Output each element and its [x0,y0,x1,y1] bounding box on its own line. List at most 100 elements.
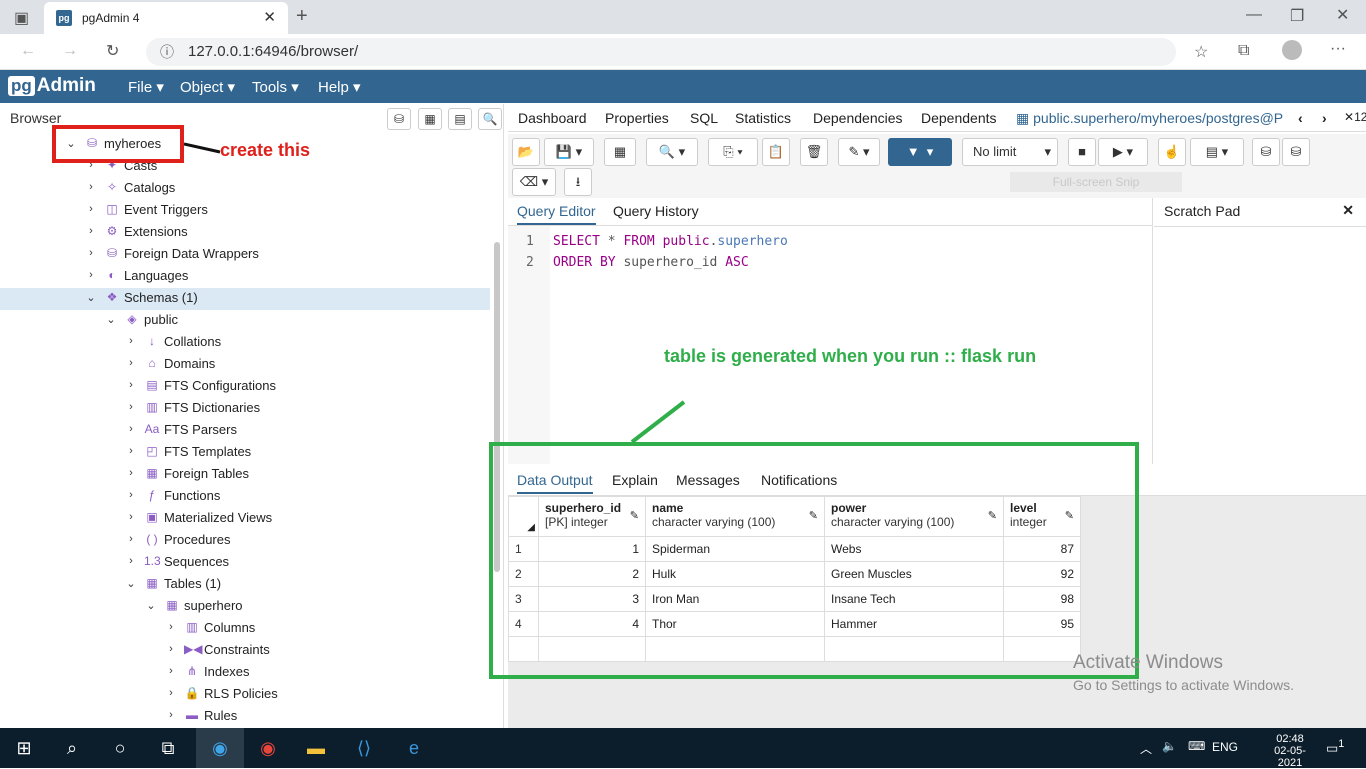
chevron-down-icon[interactable]: ⌄ [124,577,138,590]
open-file-icon[interactable]: 📂 [512,138,540,166]
vscode-icon[interactable]: ⟨⟩ [340,728,388,768]
tree-node[interactable]: › ▣ Materialized Views [124,506,272,528]
chevron-right-icon[interactable]: › [124,489,138,501]
copy-icon[interactable]: ⎘ ▾ [708,138,758,166]
chevron-right-icon[interactable]: › [124,423,138,435]
tree-node[interactable]: › 1.3 Sequences [124,550,229,572]
cortana-icon[interactable]: ○ [96,728,144,768]
tree-node[interactable]: › ◐ Languages [84,264,188,286]
close-scratch-icon[interactable]: ✕ [1342,202,1354,219]
save-file-icon[interactable]: 💾 ▾ [544,138,594,166]
tab-dashboard[interactable]: Dashboard [518,110,587,126]
browser-tab[interactable]: pg pgAdmin 4 ✕ [44,2,288,34]
chevron-right-icon[interactable]: › [124,511,138,523]
chevron-right-icon[interactable]: › [124,379,138,391]
tree-node[interactable]: › ↓ Collations [124,330,221,352]
tab-query-tool[interactable]: ▦ public.superhero/myheroes/postgres@P [1016,110,1288,127]
edge-icon[interactable]: ◉ [196,728,244,768]
chevron-right-icon[interactable]: › [124,357,138,369]
maximize-icon[interactable]: ❐ [1290,6,1304,26]
filter-button[interactable]: ▼ ▾ [888,138,952,166]
back-icon[interactable]: ← [20,42,36,60]
code-line[interactable]: ORDER BY superhero_id ASC [553,255,749,270]
tree-node[interactable]: › 🔒 RLS Policies [164,682,278,704]
tree-node[interactable]: › Aa FTS Parsers [124,418,237,440]
chevron-right-icon[interactable]: › [124,533,138,545]
clear-icon[interactable]: ⌫ ▾ [512,168,556,196]
stop-icon[interactable]: ■ [1068,138,1096,166]
tree-node[interactable]: › ▥ FTS Dictionaries [124,396,260,418]
commit-icon[interactable]: ⛁ [1252,138,1280,166]
search-objects-icon[interactable]: 🔍 [478,108,502,130]
chevron-right-icon[interactable]: › [164,709,178,721]
chevron-right-icon[interactable]: › [164,687,178,699]
chrome-icon[interactable]: ◉ [244,728,292,768]
forward-icon[interactable]: → [62,42,78,60]
query-tool-icon[interactable]: ⛁ [387,108,411,130]
tree-node[interactable]: ⌄ ❖ Schemas (1) [84,286,197,308]
info-icon[interactable]: ⓘ [160,38,174,66]
tree-node[interactable]: ⌄ ▦ Tables (1) [124,572,221,594]
tree-node[interactable]: ⌄ ▦ superhero [144,594,242,616]
rollback-icon[interactable]: ⛁ [1282,138,1310,166]
tray-chevron-icon[interactable]: ︿ [1140,740,1152,757]
tree-node[interactable]: › ƒ Functions [124,484,220,506]
tree-node[interactable]: › ( ) Procedures [124,528,230,550]
tab-overflow[interactable]: ✕12 [1344,110,1366,124]
task-view-icon[interactable]: ⧉ [144,728,192,768]
tree-node[interactable]: › ✧ Catalogs [84,176,175,198]
tab-query-editor[interactable]: Query Editor [517,203,596,225]
minimize-icon[interactable]: — [1246,6,1262,24]
chevron-right-icon[interactable]: › [164,665,178,677]
chevron-down-icon[interactable]: ⌄ [104,313,118,326]
clock[interactable]: 02:48 02-05-2021 [1262,733,1318,769]
favorites-icon[interactable]: ☆ [1194,42,1208,62]
collections-icon[interactable]: ⧉ [1238,42,1249,60]
limit-select[interactable]: No limit ▾ [962,138,1058,166]
explain-icon[interactable]: ☝ [1158,138,1186,166]
tree-node[interactable]: › ⚙ Extensions [84,220,187,242]
tree-node[interactable]: › ⛁ Foreign Data Wrappers [84,242,259,264]
tree-node[interactable]: › ◫ Event Triggers [84,198,208,220]
chevron-down-icon[interactable]: ⌄ [144,599,158,612]
tree-node[interactable]: ⌄ ◈ public [104,308,178,330]
chevron-right-icon[interactable]: › [124,445,138,457]
close-tab-icon[interactable]: ✕ [263,8,276,26]
chevron-right-icon[interactable]: › [164,643,178,655]
tree-node[interactable]: › ▥ Columns [164,616,255,638]
delete-icon[interactable]: 🗑 [800,138,828,166]
tree-node[interactable]: › ⋔ Indexes [164,660,249,682]
chevron-right-icon[interactable]: › [164,621,178,633]
window-menu-icon[interactable]: ▣ [14,8,29,28]
tab-dependencies[interactable]: Dependencies [813,110,903,126]
tree-node[interactable]: › ▬ Rules [164,704,237,726]
filter-rows-icon[interactable]: ▤ [448,108,472,130]
tab-sql[interactable]: SQL [690,110,718,126]
tree-node[interactable]: › ◰ FTS Templates [124,440,251,462]
edit-icon[interactable]: ✎ ▾ [838,138,880,166]
chevron-right-icon[interactable]: › [84,247,98,259]
tab-query-history[interactable]: Query History [613,203,699,219]
file-explorer-icon[interactable]: ▬ [292,728,340,768]
execute-icon[interactable]: ▶ ▾ [1098,138,1148,166]
download-icon[interactable]: ⭳ [564,168,592,196]
chevron-right-icon[interactable]: › [84,181,98,193]
profile-avatar[interactable] [1282,40,1302,60]
menu-object[interactable]: Object ▾ [180,78,235,96]
chevron-right-icon[interactable]: › [124,555,138,567]
volume-icon[interactable]: 🔈 [1162,739,1177,753]
code-line[interactable]: SELECT * FROM public.superhero [553,234,788,249]
ie-icon[interactable]: e [390,728,438,768]
chevron-right-icon[interactable]: › [84,269,98,281]
chevron-down-icon[interactable]: ⌄ [84,291,98,304]
menu-help[interactable]: Help ▾ [318,78,361,96]
tab-properties[interactable]: Properties [605,110,669,126]
new-tab-icon[interactable]: + [296,5,308,28]
tree-node[interactable]: › ▶◀ Constraints [164,638,270,660]
tab-prev-icon[interactable]: ‹ [1298,110,1303,126]
chevron-right-icon[interactable]: › [124,401,138,413]
tab-statistics[interactable]: Statistics [735,110,791,126]
notification-icon[interactable]: ▭1 [1326,738,1344,756]
url-field[interactable]: ⓘ 127.0.0.1:64946/browser/ [146,38,1176,66]
chevron-right-icon[interactable]: › [124,335,138,347]
